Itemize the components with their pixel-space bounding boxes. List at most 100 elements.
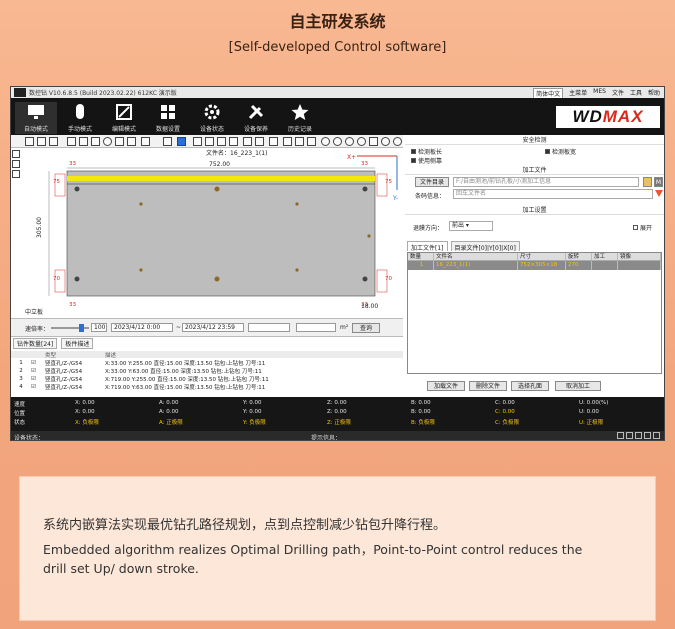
zoom-out-icon[interactable] <box>333 137 342 146</box>
circle-tool-icon[interactable] <box>103 137 112 146</box>
date-to[interactable]: 2023/4/12 23:59 <box>182 323 244 332</box>
align-left-icon[interactable] <box>193 137 202 146</box>
side-tool-3-icon[interactable] <box>12 170 20 178</box>
drill-hole[interactable] <box>139 202 143 206</box>
side-tool-2-icon[interactable] <box>12 160 20 168</box>
window-icon[interactable] <box>635 432 642 439</box>
ribbon-manual-mode[interactable]: 手动模式 <box>59 102 101 134</box>
table-row[interactable]: 1 16_223_1(1) 752×305×18 270 <box>408 261 661 270</box>
align-top-icon[interactable] <box>205 137 214 146</box>
expand-toggle[interactable]: 展开 <box>633 223 652 232</box>
ribbon-device-status[interactable]: 设备状态 <box>191 102 233 134</box>
drill-hole[interactable] <box>74 186 80 192</box>
hole-tool-icon[interactable] <box>141 137 150 146</box>
drawing-canvas[interactable]: 文件名：16_223_1(1) 752.00 305.00 33 33 33 3… <box>21 148 403 318</box>
point-tool-icon[interactable] <box>127 137 136 146</box>
direction-select[interactable]: 前出 ▾ <box>449 221 493 231</box>
window-icon[interactable] <box>617 432 624 439</box>
window-icon[interactable] <box>653 432 660 439</box>
checkbox-icon[interactable] <box>633 225 638 230</box>
ribbon-data-settings[interactable]: 数据设置 <box>147 102 189 134</box>
slider-handle[interactable] <box>79 324 84 332</box>
log-row[interactable]: 4 ☑ 竖直孔/Z-/G54 X:719.00 Y:63.00 直径:15.00… <box>11 383 403 391</box>
redo-icon[interactable] <box>307 137 316 146</box>
checkbox-icon[interactable] <box>545 149 550 154</box>
date-from[interactable]: 2023/4/12 0:00 <box>111 323 173 332</box>
drill-hole[interactable] <box>214 186 220 192</box>
zoom-in-icon[interactable] <box>321 137 330 146</box>
check-board-width[interactable]: 检测板宽 <box>545 147 576 156</box>
log-row[interactable]: 3 ☑ 竖直孔/Z-/G54 X:719.00 Y:255.00 直径:15.0… <box>11 375 403 383</box>
fill-icon[interactable] <box>255 137 264 146</box>
star-icon <box>291 104 309 120</box>
scan-icon[interactable] <box>655 190 663 197</box>
drill-hole[interactable] <box>295 202 299 206</box>
checkbox-icon[interactable] <box>411 158 416 163</box>
tab-dir-files[interactable]: 目录文件[0]|Y[0]|X[0] <box>450 241 520 252</box>
file-dir-button[interactable]: 文件目录 <box>415 177 449 187</box>
delete-icon[interactable] <box>283 137 292 146</box>
window-icon[interactable] <box>626 432 633 439</box>
ribbon-edit-mode[interactable]: 编辑模式 <box>103 102 145 134</box>
arc-tool-icon[interactable] <box>91 137 100 146</box>
drill-hole[interactable] <box>74 276 80 282</box>
file-path-field[interactable]: F:/自由测池/前钻孔板/小测加工信息 <box>453 177 639 187</box>
log-row[interactable]: 1 ☑ 竖直孔/Z-/G54 X:33.00 Y:255.00 直径:15.00… <box>11 359 403 367</box>
align-bottom-icon[interactable] <box>229 137 238 146</box>
drill-hole[interactable] <box>362 276 368 282</box>
tab-board-desc[interactable]: 板件描述 <box>61 338 94 349</box>
zoom-fit-icon[interactable] <box>345 137 354 146</box>
side-tool-1-icon[interactable] <box>12 150 20 158</box>
checkbox-icon[interactable]: ☑ <box>31 368 45 374</box>
check-side-stop[interactable]: 使用侧靠 <box>411 156 442 165</box>
query-button[interactable]: 查询 <box>352 323 380 333</box>
select-face-button[interactable]: 选择孔面 <box>511 381 549 391</box>
speed-slider[interactable] <box>51 324 89 332</box>
load-file-button[interactable]: 加载文件 <box>427 381 465 391</box>
check-board-length[interactable]: 检测板长 <box>411 147 442 156</box>
drill-hole[interactable] <box>362 186 368 192</box>
tab-process-files[interactable]: 加工文件[1] <box>407 241 448 252</box>
barcode-label: 条码信息： <box>415 193 446 200</box>
log-row[interactable]: 2 ☑ 竖直孔/Z-/G54 X:33.00 Y:63.00 直径:15.00 … <box>11 367 403 375</box>
delete-file-button[interactable]: 删除文件 <box>469 381 507 391</box>
speed-value[interactable]: 100 <box>91 323 107 332</box>
checkbox-icon[interactable] <box>411 149 416 154</box>
zoom-window-icon[interactable] <box>357 137 366 146</box>
area-field[interactable] <box>296 323 336 332</box>
line-tool-icon[interactable] <box>67 137 76 146</box>
polyline-tool-icon[interactable] <box>79 137 88 146</box>
cancel-process-button[interactable]: 取消加工 <box>555 381 601 391</box>
tab-drill-count[interactable]: 钻件数量[24] <box>13 338 58 349</box>
folder-icon[interactable] <box>643 177 652 187</box>
checkbox-icon[interactable]: ☑ <box>31 376 45 382</box>
open-icon[interactable] <box>37 137 46 146</box>
window-icon[interactable] <box>644 432 651 439</box>
play-icon[interactable] <box>381 137 390 146</box>
layout-icon[interactable] <box>49 137 58 146</box>
undo-icon[interactable] <box>295 137 304 146</box>
checkbox-icon[interactable]: ☑ <box>31 360 45 366</box>
filter-field-1[interactable] <box>248 323 290 332</box>
mirror-icon[interactable] <box>243 137 252 146</box>
record-icon[interactable] <box>393 137 402 146</box>
select-tool-icon[interactable] <box>177 137 186 146</box>
stop-icon[interactable] <box>369 137 378 146</box>
ribbon-history[interactable]: 历史记录 <box>279 102 321 134</box>
save-icon[interactable] <box>25 137 34 146</box>
rect-tool-icon[interactable] <box>115 137 124 146</box>
drill-hole[interactable] <box>214 276 220 282</box>
menu-m-icon[interactable]: M <box>654 177 663 187</box>
cut-icon[interactable] <box>269 137 278 146</box>
ribbon-auto-mode[interactable]: 自动模式 <box>15 102 57 134</box>
barcode-input[interactable]: 回车文件名 <box>453 189 653 199</box>
drill-hole[interactable] <box>295 268 299 272</box>
slot-tool-icon[interactable] <box>163 137 172 146</box>
ribbon-maintenance[interactable]: 设备保养 <box>235 102 277 134</box>
checkbox-icon[interactable]: ☑ <box>31 384 45 390</box>
drill-hole[interactable] <box>139 268 143 272</box>
drill-hole[interactable] <box>367 234 371 238</box>
status-row-state: 状态 X: 负极限 A: 正极限 Y: 负极限 Z: 正极限 B: 负极限 C:… <box>14 420 604 426</box>
side-toolbar <box>11 148 21 178</box>
align-right-icon[interactable] <box>217 137 226 146</box>
